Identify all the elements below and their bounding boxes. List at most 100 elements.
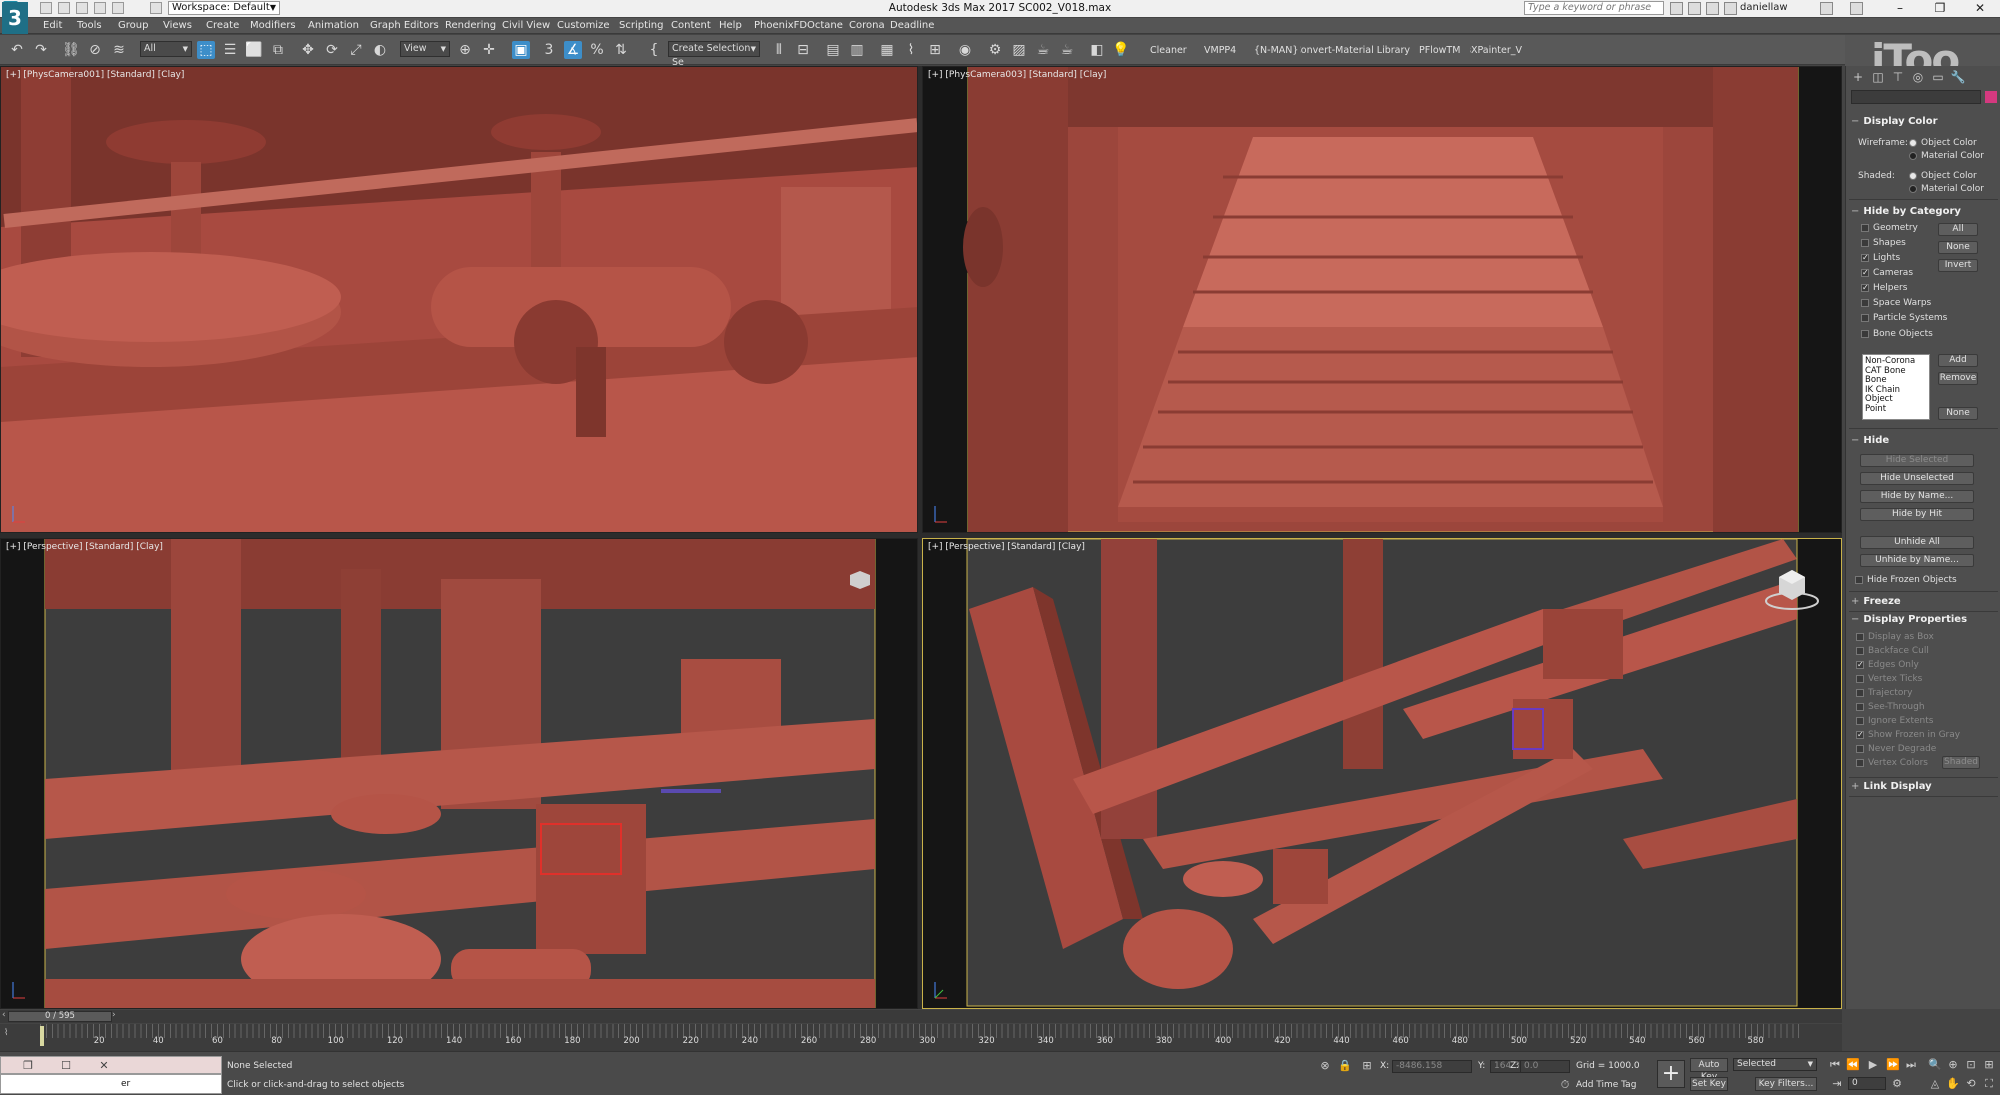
hide-frozen-objects-checkbox[interactable] xyxy=(1855,576,1863,584)
rendered-frame-window-icon[interactable]: ▨ xyxy=(1010,41,1028,59)
go-to-end-icon[interactable]: ⏭ xyxy=(1904,1058,1918,1072)
field-of-view-icon[interactable]: ◬ xyxy=(1928,1077,1942,1091)
shapes-checkbox[interactable] xyxy=(1861,239,1869,247)
maximize-icon[interactable]: ☐ xyxy=(59,1059,73,1073)
menu-modifiers[interactable]: Modifiers xyxy=(250,20,296,31)
edit-named-selection-icon[interactable]: { xyxy=(645,41,663,59)
category-all-button[interactable]: All xyxy=(1938,223,1978,236)
add-time-tag[interactable]: Add Time Tag xyxy=(1576,1080,1636,1090)
category-invert-button[interactable]: Invert xyxy=(1938,259,1978,272)
redo-quick-icon[interactable] xyxy=(112,2,124,14)
menu-phoenixfd[interactable]: PhoenixFD xyxy=(754,20,807,31)
select-scale-icon[interactable]: ⤢ xyxy=(347,41,365,59)
render-production-icon[interactable]: ☕ xyxy=(1034,41,1052,59)
maxscript-listener-input[interactable]: er xyxy=(0,1074,222,1094)
workspace-dropdown[interactable]: Workspace: Default ▼ xyxy=(168,1,280,15)
project-folder-icon[interactable] xyxy=(150,2,162,14)
minimize-button[interactable]: – xyxy=(1880,0,1920,17)
viewcube-icon[interactable] xyxy=(846,569,874,591)
viewport-bottom-right-active[interactable]: [+] [Perspective] [Standard] [Clay] xyxy=(922,538,1842,1009)
hide-selected-button[interactable]: Hide Selected xyxy=(1860,454,1974,467)
script-button-vmpp4[interactable]: VMPP4 xyxy=(1204,45,1236,56)
list-item[interactable]: Point xyxy=(1865,404,1927,415)
select-object-icon[interactable]: ⬚ xyxy=(197,41,215,59)
vertex-colors-checkbox[interactable] xyxy=(1856,759,1864,767)
unhide-by-name-button[interactable]: Unhide by Name... xyxy=(1860,554,1974,567)
help-search-input[interactable]: Type a keyword or phrase xyxy=(1524,1,1664,15)
menu-rendering[interactable]: Rendering xyxy=(445,20,496,31)
menu-edit[interactable]: Edit xyxy=(43,20,62,31)
binoculars-icon[interactable] xyxy=(1670,2,1683,15)
wireframe-material-color-radio[interactable] xyxy=(1909,152,1917,160)
graphite-ribbon-icon[interactable]: ▦ xyxy=(878,41,896,59)
previous-frame-icon[interactable]: ⏪ xyxy=(1846,1058,1860,1072)
see-through-checkbox[interactable] xyxy=(1856,703,1864,711)
play-icon[interactable]: ▶ xyxy=(1866,1058,1880,1072)
scene-explorer-icon[interactable]: ▤ xyxy=(824,41,842,59)
category-list-none-button[interactable]: None xyxy=(1938,407,1978,420)
category-remove-button[interactable]: Remove xyxy=(1938,372,1978,385)
mirror-icon[interactable]: ⫴ xyxy=(770,41,788,59)
time-slider[interactable]: ‹ 0 / 595 › xyxy=(0,1010,1842,1023)
hide-by-name-button[interactable]: Hide by Name... xyxy=(1860,490,1974,503)
menu-scripting[interactable]: Scripting xyxy=(619,20,663,31)
menu-group[interactable]: Group xyxy=(118,20,148,31)
script-button-cleaner[interactable]: Cleaner xyxy=(1150,45,1187,56)
hide-unselected-button[interactable]: Hide Unselected xyxy=(1860,472,1974,485)
display-as-box-checkbox[interactable] xyxy=(1856,633,1864,641)
menu-create[interactable]: Create xyxy=(206,20,239,31)
rectangular-selection-icon[interactable]: ⬜ xyxy=(245,41,263,59)
restore-icon[interactable]: ❐ xyxy=(21,1059,35,1073)
menu-animation[interactable]: Animation xyxy=(308,20,359,31)
align-icon[interactable]: ⊟ xyxy=(794,41,812,59)
undo-quick-icon[interactable] xyxy=(94,2,106,14)
viewport-label[interactable]: [+] [PhysCamera003] [Standard] [Clay] xyxy=(928,70,1106,80)
zoom-extents-icon[interactable]: ⊡ xyxy=(1964,1058,1978,1072)
snaps-toggle-icon[interactable]: 3 xyxy=(540,41,558,59)
hierarchy-tab-icon[interactable]: ⊤ xyxy=(1890,69,1906,85)
corona-vfb-icon[interactable]: ◧ xyxy=(1088,41,1106,59)
link-icon[interactable]: ⛓ xyxy=(62,41,80,59)
vertex-colors-shaded-button[interactable]: Shaded xyxy=(1942,756,1980,769)
modify-tab-icon[interactable]: ◫ xyxy=(1870,69,1886,85)
geometry-checkbox[interactable] xyxy=(1861,224,1869,232)
pan-view-icon[interactable]: ✋ xyxy=(1946,1077,1960,1091)
save-file-icon[interactable] xyxy=(76,2,88,14)
isolate-selection-icon[interactable]: ⊗ xyxy=(1318,1059,1332,1073)
category-none-button[interactable]: None xyxy=(1938,241,1978,254)
viewport-label[interactable]: [+] [PhysCamera001] [Standard] [Clay] xyxy=(6,70,184,80)
menu-customize[interactable]: Customize xyxy=(557,20,610,31)
create-tab-icon[interactable]: + xyxy=(1850,69,1866,85)
show-frozen-in-gray-checkbox[interactable]: ✓ xyxy=(1856,731,1864,739)
lights-checkbox[interactable]: ✓ xyxy=(1861,254,1869,262)
user-name[interactable]: daniellaw xyxy=(1740,2,1788,13)
unhide-all-button[interactable]: Unhide All xyxy=(1860,536,1974,549)
window-crossing-icon[interactable]: ⧉ xyxy=(269,41,287,59)
never-degrade-checkbox[interactable] xyxy=(1856,745,1864,753)
material-editor-icon[interactable]: ◉ xyxy=(956,41,974,59)
key-filters-button[interactable]: Key Filters... xyxy=(1755,1077,1817,1091)
next-frame-icon[interactable]: ⏩ xyxy=(1886,1058,1900,1072)
menu-help[interactable]: Help xyxy=(719,20,742,31)
viewport-bottom-left[interactable]: [+] [Perspective] [Standard] [Clay] xyxy=(0,538,918,1009)
menu-tools[interactable]: Tools xyxy=(77,20,102,31)
hide-by-category-rollout[interactable]: − Hide by Category xyxy=(1851,206,1961,217)
display-color-rollout[interactable]: − Display Color xyxy=(1851,116,1938,127)
freeze-rollout[interactable]: + Freeze xyxy=(1851,596,1901,607)
menu-views[interactable]: Views xyxy=(163,20,192,31)
time-configuration-icon[interactable]: ⚙ xyxy=(1890,1077,1904,1091)
backface-cull-checkbox[interactable] xyxy=(1856,647,1864,655)
trajectory-checkbox[interactable] xyxy=(1856,689,1864,697)
orbit-icon[interactable]: ⟲ xyxy=(1964,1077,1978,1091)
go-to-start-icon[interactable]: ⏮ xyxy=(1828,1058,1842,1072)
vertex-ticks-checkbox[interactable] xyxy=(1856,675,1864,683)
key-mode-dropdown[interactable]: Selected ▼ xyxy=(1733,1058,1817,1071)
utilities-tab-icon[interactable]: 🔧 xyxy=(1950,69,1966,85)
shaded-object-color-radio[interactable] xyxy=(1909,172,1917,180)
edges-only-checkbox[interactable]: ✓ xyxy=(1856,661,1864,669)
new-file-icon[interactable] xyxy=(40,2,52,14)
bind-space-warp-icon[interactable]: ≋ xyxy=(110,41,128,59)
select-manipulate-icon[interactable]: ✛ xyxy=(480,41,498,59)
absolute-mode-icon[interactable]: ⊞ xyxy=(1360,1059,1374,1073)
redo-icon[interactable]: ↷ xyxy=(32,41,50,59)
